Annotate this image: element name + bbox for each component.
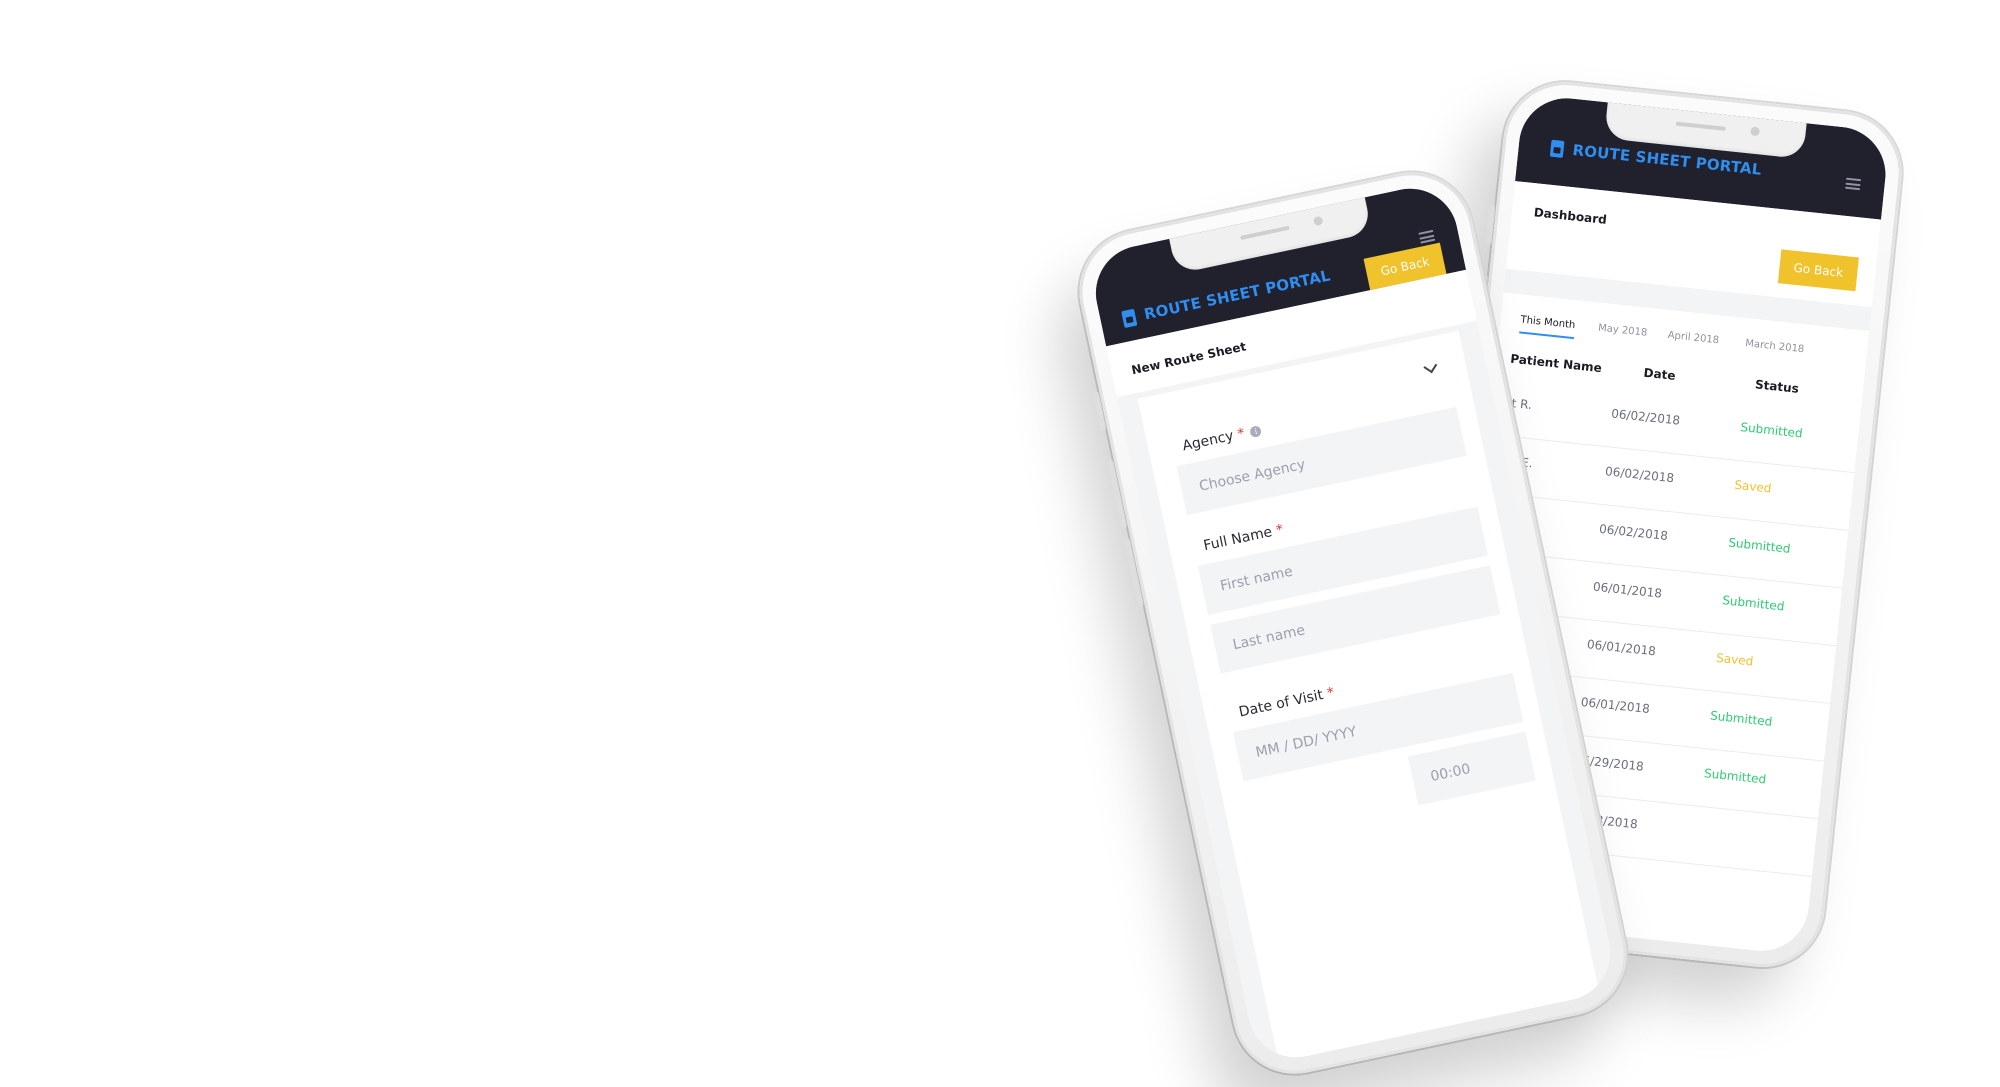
- date-cell: 06/02/2018: [1598, 521, 1669, 543]
- go-back-button[interactable]: Go Back: [1777, 249, 1859, 292]
- status-cell: Submitted: [1709, 708, 1773, 729]
- phone-side-button: [1485, 204, 1496, 245]
- hamburger-menu-icon[interactable]: [1418, 229, 1436, 244]
- hamburger-menu-icon[interactable]: [1845, 177, 1862, 191]
- status-cell: Submitted: [1703, 766, 1767, 787]
- tab-march-2018[interactable]: March 2018: [1745, 338, 1805, 355]
- page-title: Dashboard: [1533, 205, 1608, 227]
- column-header-status: Status: [1754, 377, 1800, 396]
- phone-side-button: [1123, 537, 1144, 608]
- status-cell: Submitted: [1721, 593, 1786, 614]
- chevron-down-icon[interactable]: [1423, 359, 1438, 374]
- date-cell: 06/02/2018: [1610, 406, 1681, 428]
- agency-select[interactable]: Choose Agency: [1176, 406, 1467, 516]
- date-cell: 06/02/2018: [1604, 464, 1675, 486]
- date-cell: 06/01/2018: [1586, 637, 1657, 659]
- document-icon: [1121, 308, 1138, 328]
- phone-side-button: [1092, 390, 1107, 432]
- column-header-patient-name: Patient Name: [1509, 351, 1603, 376]
- month-tabs: This Month May 2018 April 2018 March 201…: [1519, 314, 1887, 355]
- tab-this-month[interactable]: This Month: [1519, 314, 1576, 340]
- patient-table: Janet R.06/02/2018SubmittedRafael E.06/0…: [1445, 376, 1861, 877]
- phone-side-button: [1106, 459, 1128, 530]
- status-cell: Submitted: [1739, 420, 1804, 441]
- document-icon: [1549, 139, 1565, 158]
- tab-may-2018[interactable]: May 2018: [1598, 323, 1648, 339]
- status-cell: Submitted: [1727, 535, 1792, 556]
- status-cell: Saved: [1715, 650, 1754, 669]
- status-cell: Saved: [1733, 477, 1773, 496]
- tab-april-2018[interactable]: April 2018: [1667, 330, 1719, 346]
- date-cell: 06/01/2018: [1592, 579, 1663, 601]
- time-of-visit-input[interactable]: 00:00: [1407, 731, 1536, 806]
- date-cell: 06/01/2018: [1580, 694, 1651, 717]
- info-icon[interactable]: i: [1249, 424, 1263, 439]
- column-header-date: Date: [1642, 365, 1677, 383]
- page-title: New Route Sheet: [1130, 339, 1248, 378]
